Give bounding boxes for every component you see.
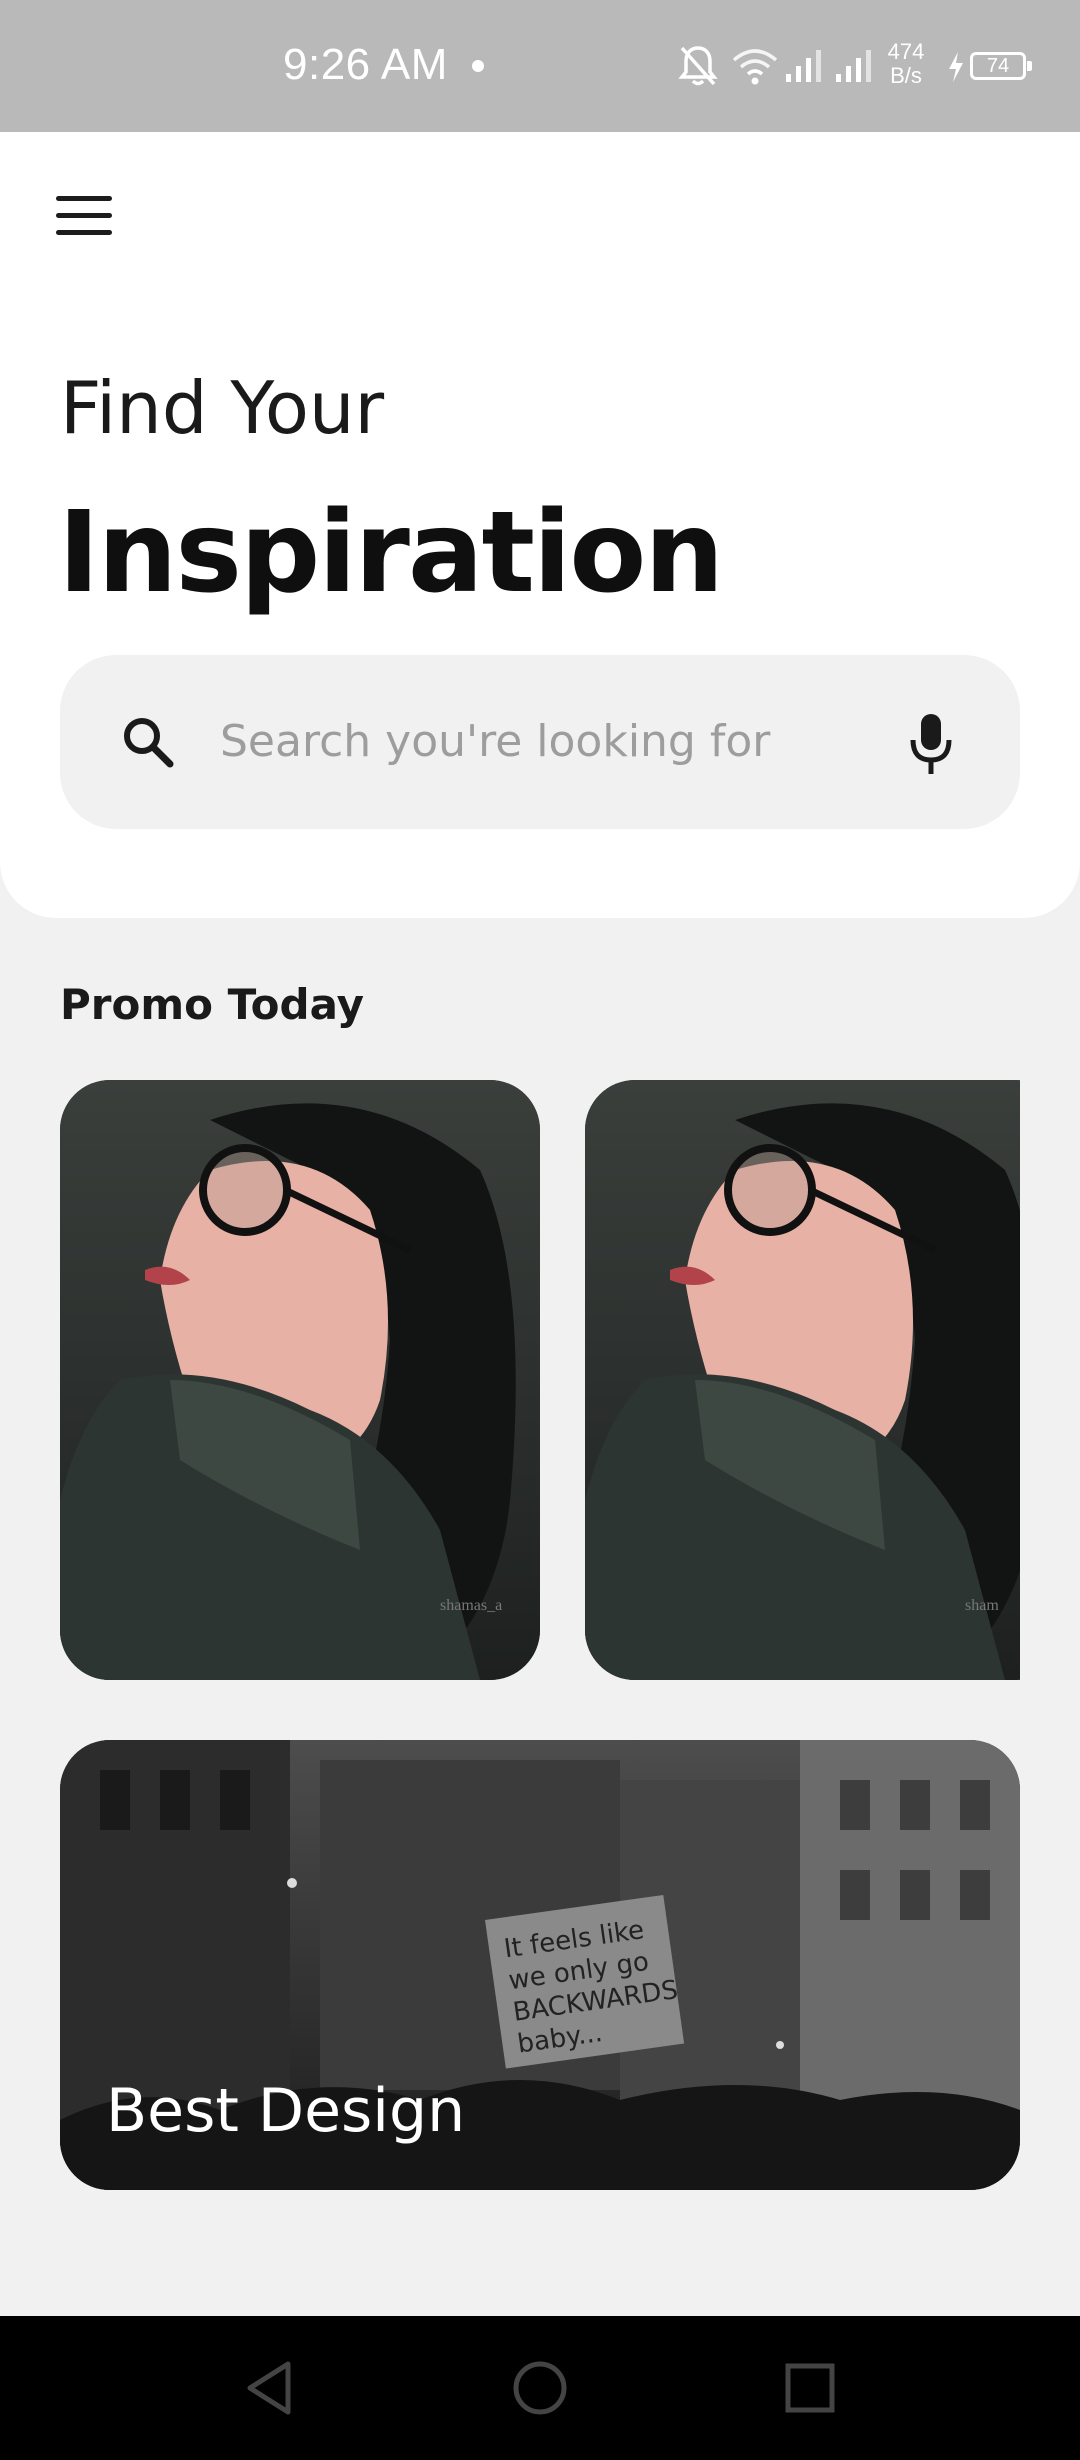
- home-circle-icon[interactable]: [508, 2356, 572, 2420]
- back-triangle-icon[interactable]: [238, 2356, 302, 2420]
- net-speed-unit: B/s: [890, 63, 922, 88]
- promo-carousel[interactable]: shamas_a sham: [60, 1080, 1020, 1680]
- promo-card-image: sham: [585, 1080, 1020, 1680]
- promo-card[interactable]: sham: [585, 1080, 1020, 1680]
- net-speed: 474 B/s: [885, 40, 927, 88]
- promo-card-watermark: sham: [965, 1597, 999, 1614]
- banner-label: Best Design: [106, 2076, 466, 2146]
- screen: 9:26 AM 474 B/s 74 Find Your Inspiration…: [0, 0, 1080, 2460]
- recents-square-icon[interactable]: [778, 2356, 842, 2420]
- signal-icon: [836, 50, 871, 82]
- promo-section-title: Promo Today: [60, 980, 365, 1029]
- status-bar: 9:26 AM 474 B/s 74: [0, 0, 1080, 132]
- hamburger-menu-icon[interactable]: [56, 196, 112, 236]
- wifi-icon: [732, 49, 778, 85]
- charging-icon: [949, 52, 963, 82]
- search-input[interactable]: [218, 705, 862, 777]
- promo-card-image: shamas_a: [60, 1080, 540, 1680]
- page-title-line1: Find Your: [60, 366, 385, 450]
- notification-dot-icon: [472, 60, 484, 72]
- signal-icon: [786, 50, 821, 82]
- page-title-line2: Inspiration: [58, 488, 724, 618]
- battery-icon: 74: [970, 52, 1032, 80]
- search-icon[interactable]: [118, 712, 178, 772]
- promo-card[interactable]: shamas_a: [60, 1080, 540, 1680]
- net-speed-value: 474: [887, 39, 925, 64]
- status-time: 9:26 AM: [283, 40, 448, 89]
- notifications-off-icon: [678, 46, 718, 86]
- system-nav-bar: [0, 2316, 1080, 2460]
- battery-level: 74: [986, 55, 1010, 77]
- banner-card[interactable]: It feels like we only go BACKWARDS baby.…: [60, 1740, 1020, 2190]
- microphone-icon[interactable]: [906, 710, 956, 780]
- promo-card-watermark: shamas_a: [440, 1597, 502, 1614]
